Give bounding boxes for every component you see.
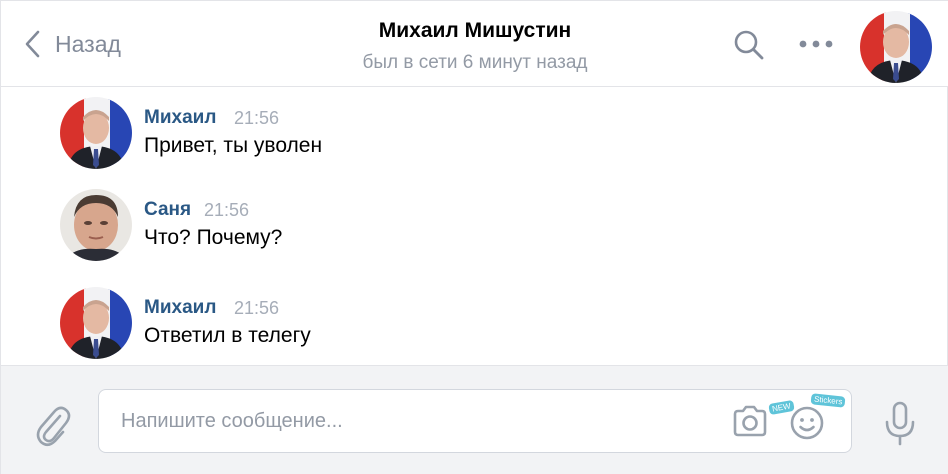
message-text: Привет, ты уволен <box>144 134 323 157</box>
message-input-box: NEW Stickers <box>98 389 852 453</box>
back-button[interactable]: Назад <box>23 27 121 61</box>
microphone-icon <box>883 401 917 452</box>
message-time: 21:56 <box>234 298 280 318</box>
chevron-left-icon <box>23 29 41 59</box>
message-text: Ответил в телегу <box>144 324 311 347</box>
avatar[interactable] <box>60 189 132 261</box>
sender-name[interactable]: Михаил <box>144 107 216 129</box>
message-composer: NEW Stickers <box>1 365 948 474</box>
voice-message-button[interactable] <box>883 400 917 448</box>
back-label: Назад <box>55 30 121 57</box>
emoji-button[interactable] <box>788 401 826 441</box>
sender-name[interactable]: Михаил <box>144 297 216 319</box>
more-button[interactable] <box>796 33 836 55</box>
search-button[interactable] <box>732 28 766 62</box>
message-item: Михаил 21:56 Привет, ты уволен <box>60 97 660 169</box>
avatar[interactable] <box>60 287 132 359</box>
message-text: Что? Почему? <box>144 226 283 249</box>
camera-button[interactable] <box>731 404 769 438</box>
search-icon <box>732 30 766 66</box>
message-time: 21:56 <box>234 108 280 128</box>
contact-avatar[interactable] <box>860 11 932 83</box>
chat-header: Назад Михаил Мишустин был в сети 6 минут… <box>1 1 948 87</box>
more-icon <box>796 40 836 59</box>
message-input[interactable] <box>121 390 721 452</box>
sender-name[interactable]: Саня <box>144 199 191 221</box>
message-item: Михаил 21:56 Ответил в телегу <box>60 287 660 359</box>
message-time: 21:56 <box>204 200 250 220</box>
attach-button[interactable] <box>33 402 71 448</box>
message-item: Саня 21:56 Что? Почему? <box>60 189 660 261</box>
chat-window: Назад Михаил Мишустин был в сети 6 минут… <box>0 0 948 474</box>
avatar[interactable] <box>60 97 132 169</box>
smile-icon <box>788 406 826 445</box>
camera-icon <box>731 405 769 442</box>
paperclip-icon <box>33 406 71 452</box>
